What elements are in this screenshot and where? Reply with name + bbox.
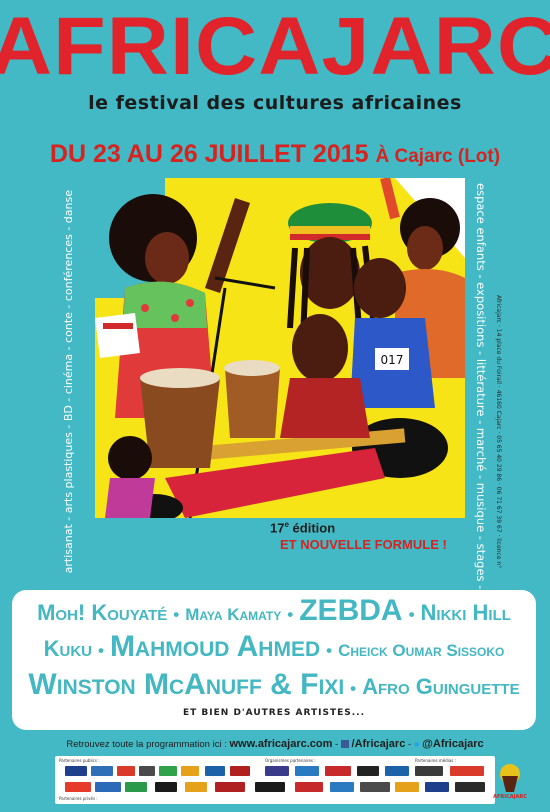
sponsor-logo [159, 766, 177, 776]
separator: - [332, 739, 341, 750]
sponsor-logo [155, 782, 177, 792]
date-range: DU 23 AU 26 JUILLET 2015 [49, 140, 369, 168]
sponsor-logo [395, 782, 419, 792]
festival-place: À Cajarc (Lot) [375, 146, 501, 167]
festival-subtitle: le festival des cultures africaines [88, 92, 462, 114]
artists-line-3: Winston McAnuff & Fixi • Afro Guinguette [12, 668, 536, 702]
more-artists: ET BIEN D'AUTRES ARTISTES... [183, 708, 365, 718]
edition-note: 17e édition [270, 520, 335, 535]
artists-line-1: Moh! Kouyaté • Maya Kamaty • Zebda • Nikki Hil… [12, 594, 536, 628]
svg-text:017: 017 [381, 353, 404, 367]
twitter-link[interactable]: @Africajarc [422, 738, 483, 750]
sponsor-logo [65, 766, 87, 776]
bullet-icon: • [326, 641, 333, 660]
facebook-link[interactable]: /Africajarc [352, 738, 406, 750]
sponsor-logo [185, 782, 207, 792]
sponsor-logo [117, 766, 135, 776]
bullet-icon: • [408, 605, 415, 624]
sponsor-logo [205, 766, 225, 776]
sponsor-logo [295, 782, 323, 792]
programme-prefix: Retrouvez toute la programmation ici : [66, 739, 227, 750]
bullet-icon: • [287, 605, 294, 624]
artist-name: Mahmoud Ahmed [109, 630, 321, 663]
festival-illustration: 017 [95, 178, 465, 518]
bullet-icon: • [97, 641, 104, 660]
sponsor-logo [65, 782, 91, 792]
sponsor-logo [230, 766, 250, 776]
sponsor-logo [357, 766, 379, 776]
activities-right: espace enfants - expositions - littératu… [474, 183, 488, 635]
sponsor-logo [295, 766, 319, 776]
partners-private-label: Partenaires privés : [59, 796, 98, 801]
artist-name: Afro Guinguette [362, 674, 520, 699]
sponsor-logo [91, 766, 113, 776]
contact-info: Africajarc · 14 place du Foirail · 46160… [495, 295, 502, 569]
africajarc-logo: AFRICAJARC [490, 760, 530, 804]
sponsor-logo [360, 782, 390, 792]
sponsor-logo [265, 766, 289, 776]
separator: - [405, 739, 414, 750]
artist-name: Kuku [43, 636, 92, 661]
sponsor-logo [415, 766, 443, 776]
media-label: Partenaires médias : [415, 758, 456, 763]
sponsor-logo [215, 782, 245, 792]
artist-name: Moh! Kouyaté [37, 600, 168, 625]
artist-name: Winston McAnuff & Fixi [28, 668, 345, 701]
organisers-label: Organismes partenaires : [265, 758, 316, 763]
sponsor-logo [425, 782, 449, 792]
artist-name: Maya Kamaty [185, 605, 282, 624]
sponsor-logo [455, 782, 485, 792]
festival-dates: DU 23 AU 26 JUILLET 2015 À Cajarc (Lot) [0, 140, 550, 169]
sponsors-panel: Partenaires publics : Partenaires privés… [55, 756, 495, 804]
sponsor-logo [181, 766, 199, 776]
partners-public-label: Partenaires publics : [59, 758, 100, 763]
sponsor-logo [450, 766, 484, 776]
africajarc-logo-text: AFRICAJARC [493, 794, 527, 800]
bullet-icon: • [350, 679, 357, 698]
artist-name: Zebda [299, 594, 403, 627]
facebook-icon [340, 740, 349, 749]
twitter-icon: ● [413, 739, 420, 750]
artist-name: Nikki Hill [420, 600, 511, 625]
programme-line: Retrouvez toute la programmation ici : w… [0, 738, 550, 750]
sponsor-logo [139, 766, 155, 776]
festival-title: AFRICAJARC [0, 1, 550, 92]
activities-left: artisanat - arts plastiques - BD - ciném… [62, 190, 75, 574]
sponsor-logo [325, 766, 351, 776]
sponsor-logo [95, 782, 121, 792]
edition-label: édition [292, 520, 336, 536]
website-link[interactable]: www.africajarc.com [230, 738, 333, 750]
sponsor-logo [125, 782, 147, 792]
bullet-icon: • [173, 605, 180, 624]
sponsor-logo [330, 782, 354, 792]
artists-panel: Moh! Kouyaté • Maya Kamaty • Zebda • Nikki Hil… [12, 590, 536, 730]
new-formula: ET NOUVELLE FORMULE ! [280, 537, 447, 552]
edition-number: 17 [270, 520, 285, 536]
artists-line-2: Kuku • Mahmoud Ahmed • Cheick Oumar Sissoko [12, 630, 536, 664]
edition-suffix: e [284, 520, 289, 529]
sponsor-logo [255, 782, 285, 792]
artist-name: Cheick Oumar Sissoko [338, 641, 505, 660]
sponsor-logo [385, 766, 409, 776]
